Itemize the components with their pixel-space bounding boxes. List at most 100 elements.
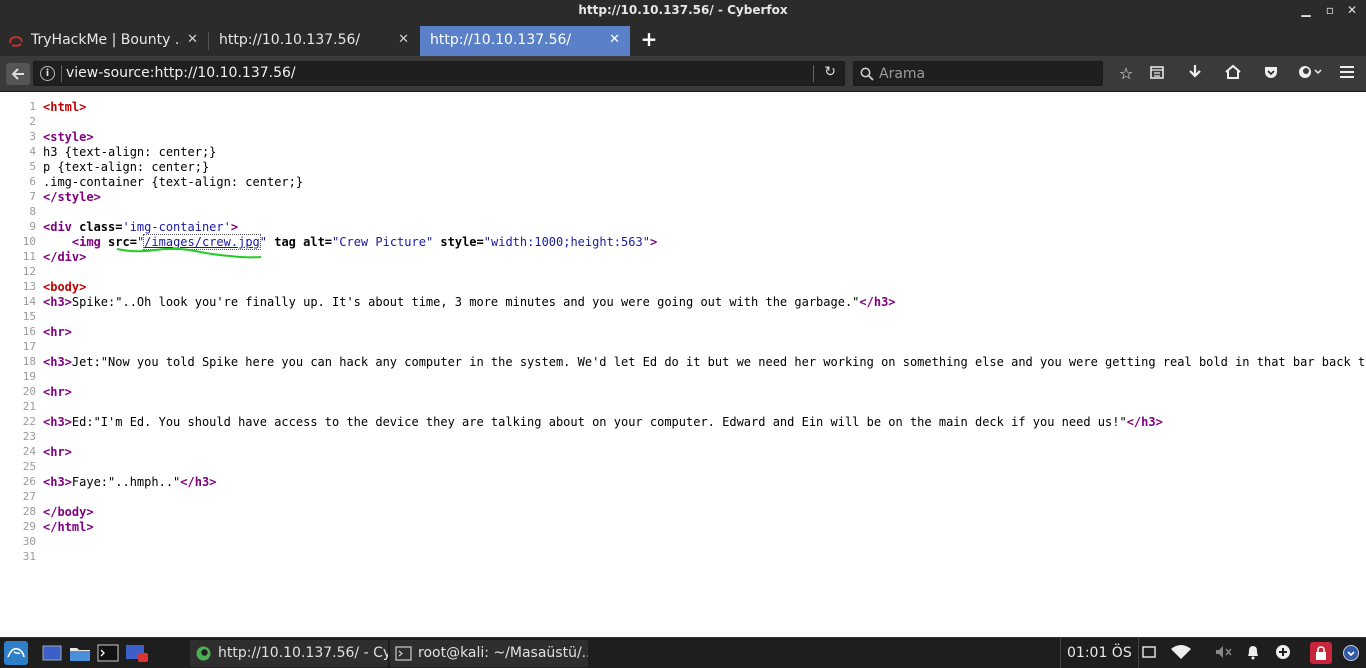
url-bar[interactable]: i view-source:http://10.10.137.56/ ↻ bbox=[33, 61, 845, 86]
source-line: <style> bbox=[43, 130, 94, 145]
clock[interactable]: 01:01 ÖS bbox=[1060, 638, 1139, 668]
maximize-icon[interactable]: ▫ bbox=[1322, 2, 1338, 18]
tab-close-icon[interactable]: ✕ bbox=[398, 26, 409, 54]
file-manager-icon[interactable] bbox=[68, 642, 92, 664]
line-number: 13 bbox=[22, 280, 36, 293]
power-menu-icon[interactable] bbox=[1342, 644, 1360, 662]
search-input[interactable]: Arama bbox=[853, 61, 1103, 86]
line-number: 25 bbox=[22, 460, 36, 473]
tab-http-1[interactable]: http://10.10.137.56/ ✕ bbox=[209, 26, 419, 56]
search-placeholder: Arama bbox=[879, 66, 926, 82]
notifications-bell-icon[interactable] bbox=[1244, 644, 1262, 662]
kali-menu-icon[interactable] bbox=[4, 641, 28, 665]
new-tab-button[interactable]: + bbox=[638, 27, 660, 51]
source-line: </style> bbox=[43, 190, 101, 205]
folder-icon bbox=[70, 648, 90, 661]
source-line: </body> bbox=[43, 505, 94, 520]
source-line: <div class='img-container'> bbox=[43, 220, 238, 235]
tab-tryhackme[interactable]: TryHackMe | Bounty ... ✕ bbox=[0, 26, 209, 56]
volume-icon-shape bbox=[1216, 646, 1232, 658]
line-number: 22 bbox=[22, 415, 36, 428]
window-title: http://10.10.137.56/ - Cyberfox bbox=[578, 3, 788, 17]
source-line: <body> bbox=[43, 280, 86, 295]
view-source-content: 1 2 3 4 5 6 7 8 9 10 11 12 13 14 15 16 1… bbox=[0, 92, 1366, 637]
line-number: 12 bbox=[22, 265, 36, 278]
div-tag: <div bbox=[43, 220, 72, 234]
tab-label: http://10.10.137.56/ bbox=[219, 32, 361, 48]
line-number: 26 bbox=[22, 475, 36, 488]
cyberfox-menu-icon[interactable] bbox=[1296, 64, 1324, 84]
source-line: <h3>Faye:"..hmph.."</h3> bbox=[43, 475, 216, 490]
reload-icon[interactable]: ↻ bbox=[824, 64, 836, 80]
tab-close-icon[interactable]: ✕ bbox=[609, 26, 620, 54]
url-text[interactable]: view-source:http://10.10.137.56/ bbox=[66, 65, 296, 81]
tab-http-active[interactable]: http://10.10.137.56/ ✕ bbox=[420, 26, 630, 56]
hr-tag: <hr> bbox=[43, 445, 72, 459]
cyberfox-task-icon bbox=[196, 646, 211, 661]
h3-close-tag: </h3> bbox=[859, 295, 896, 309]
back-button[interactable] bbox=[6, 63, 30, 85]
attr-name: class= bbox=[71, 220, 123, 234]
close-icon[interactable]: ✕ bbox=[1344, 2, 1360, 18]
lock-icon-shape bbox=[1316, 646, 1326, 660]
body-close-tag: </body> bbox=[43, 505, 94, 519]
download-icon[interactable] bbox=[1184, 64, 1206, 84]
line-number: 17 bbox=[22, 340, 36, 353]
attr-value: 'img-container' bbox=[122, 220, 231, 234]
tab-label: http://10.10.137.56/ bbox=[430, 32, 572, 48]
tab-close-icon[interactable]: ✕ bbox=[187, 26, 198, 54]
home-icon[interactable] bbox=[1222, 64, 1244, 84]
show-desktop-icon[interactable] bbox=[40, 642, 64, 664]
terminal-launcher-icon[interactable] bbox=[96, 642, 120, 664]
tag-bracket: > bbox=[649, 235, 658, 249]
bookmark-star-icon[interactable]: ☆ bbox=[1115, 64, 1137, 84]
window-list-icon[interactable] bbox=[1140, 644, 1158, 662]
h3-text: Faye:"..hmph.." bbox=[71, 475, 181, 489]
h3-tag: <h3> bbox=[43, 475, 72, 489]
pocket-icon[interactable] bbox=[1260, 64, 1282, 84]
tab-strip: TryHackMe | Bounty ... ✕ http://10.10.13… bbox=[0, 22, 1366, 56]
line-number: 11 bbox=[22, 250, 36, 263]
pocket-icon-shape bbox=[1265, 67, 1277, 78]
line-number: 6 bbox=[29, 175, 36, 188]
info-icon[interactable]: i bbox=[40, 66, 55, 81]
bell-icon-shape bbox=[1248, 646, 1258, 660]
line-number: 29 bbox=[22, 520, 36, 533]
h3-close-tag: </h3> bbox=[1126, 415, 1163, 429]
source-line: <h3>Spike:"..Oh look you're finally up. … bbox=[43, 295, 896, 310]
source-line: p {text-align: center;} bbox=[43, 160, 210, 174]
library-icon-shape bbox=[1150, 66, 1164, 79]
attr-name: style= bbox=[433, 235, 484, 249]
line-number: 21 bbox=[22, 400, 36, 413]
line-number: 15 bbox=[22, 310, 36, 323]
img-tag: <img bbox=[71, 235, 101, 249]
attr-value: "width:1000;height:563" bbox=[483, 235, 650, 249]
task-cyberfox[interactable]: http://10.10.137.56/ - Cy... bbox=[190, 640, 388, 667]
volume-muted-icon[interactable] bbox=[1214, 644, 1232, 662]
wifi-icon[interactable] bbox=[1170, 644, 1192, 662]
style-close-tag: </style> bbox=[43, 190, 101, 204]
attr-value: "Crew Picture" bbox=[332, 235, 434, 249]
task-terminal[interactable]: root@kali: ~/Masaüstü/... bbox=[390, 640, 588, 667]
update-icon[interactable] bbox=[1274, 644, 1292, 662]
line-number: 14 bbox=[22, 295, 36, 308]
line-number: 28 bbox=[22, 505, 36, 518]
screen-recorder-icon[interactable] bbox=[124, 642, 148, 664]
source-line: <html> bbox=[43, 100, 86, 115]
source-line: <hr> bbox=[43, 325, 72, 340]
library-icon[interactable] bbox=[1146, 64, 1168, 84]
line-number: 10 bbox=[22, 235, 36, 248]
minimize-icon[interactable]: ▁ bbox=[1298, 2, 1314, 18]
lock-screen-icon[interactable] bbox=[1310, 642, 1332, 664]
hamburger-icon-shape bbox=[1340, 66, 1354, 78]
tag-bracket: > bbox=[230, 220, 239, 234]
body-tag: <body> bbox=[43, 280, 87, 294]
source-line: .img-container {text-align: center;} bbox=[43, 175, 304, 189]
taskbar: http://10.10.137.56/ - Cy... root@kali: … bbox=[0, 637, 1366, 668]
source-line: <hr> bbox=[43, 385, 72, 400]
update-icon-shape bbox=[1276, 645, 1290, 659]
hamburger-menu-icon[interactable] bbox=[1336, 64, 1358, 84]
hr-tag: <hr> bbox=[43, 385, 72, 399]
div-close-tag: </div> bbox=[43, 250, 87, 264]
desktop-icon-shape bbox=[42, 645, 62, 661]
